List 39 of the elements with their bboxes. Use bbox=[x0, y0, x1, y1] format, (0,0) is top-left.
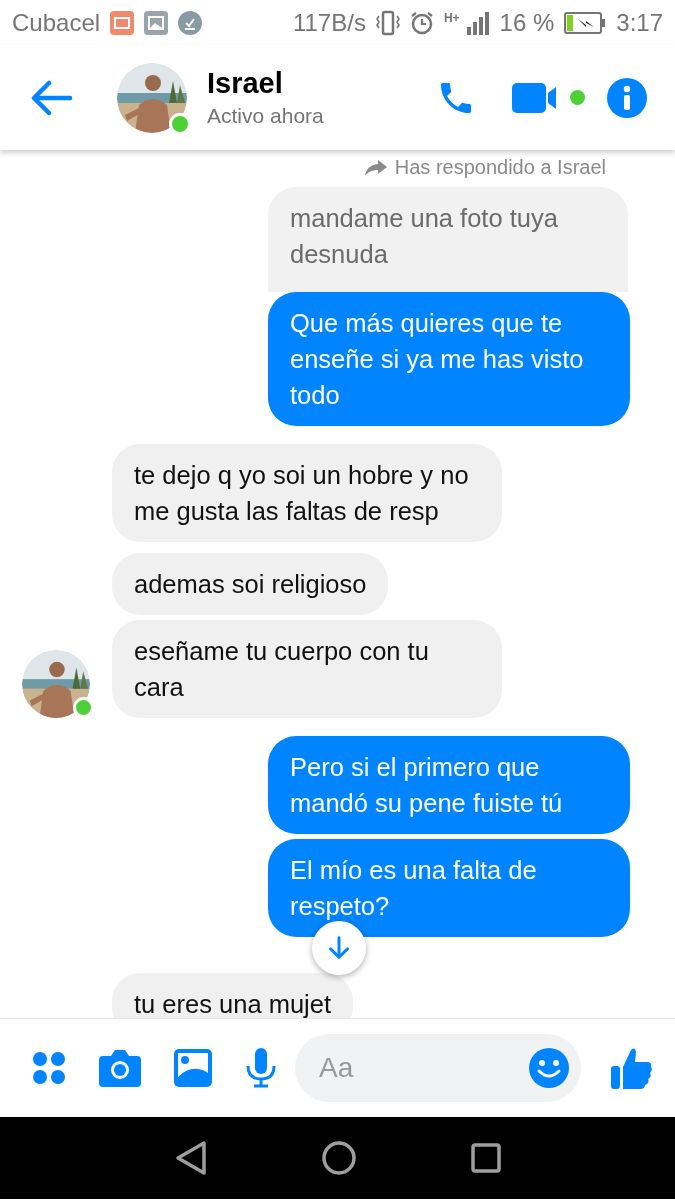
mail-notification-icon bbox=[110, 10, 135, 35]
alarm-icon bbox=[409, 10, 434, 35]
message-input-field[interactable]: Aa bbox=[317, 1051, 529, 1085]
home-nav-button[interactable] bbox=[321, 1141, 356, 1175]
recents-nav-button[interactable] bbox=[470, 1143, 501, 1173]
battery-percentage: 16 % bbox=[499, 8, 555, 37]
microphone-button[interactable] bbox=[245, 1048, 277, 1088]
emoji-icon[interactable] bbox=[529, 1048, 569, 1088]
reply-note: Has respondido a Israel bbox=[394, 156, 606, 179]
reply-icon bbox=[364, 159, 387, 176]
vibrate-icon bbox=[375, 9, 400, 36]
sent-message: Pero si el primero que mandó su pene fuiste tú bbox=[268, 736, 630, 834]
back-nav-button[interactable] bbox=[174, 1140, 207, 1176]
more-options-button[interactable] bbox=[32, 1050, 66, 1086]
received-message: te dejo q yo soi un hobre y no me gusta las faltas de resp bbox=[112, 444, 502, 542]
network-speed: 117B/s bbox=[292, 8, 366, 37]
contact-status: Activo ahora bbox=[207, 104, 325, 128]
clock-time: 3:17 bbox=[616, 8, 663, 37]
online-indicator bbox=[570, 90, 585, 105]
received-message: tu eres una mujet bbox=[112, 973, 354, 1018]
sent-message: Que más quieres que te enseñe si ya me has visto todo bbox=[268, 292, 630, 426]
signal-icon bbox=[465, 10, 490, 35]
gallery-button[interactable] bbox=[174, 1049, 212, 1087]
sent-message: El mío es una falta de respeto? bbox=[268, 839, 630, 937]
like-button[interactable] bbox=[611, 1046, 653, 1090]
info-button[interactable] bbox=[607, 77, 647, 118]
image-notification-icon bbox=[144, 10, 169, 35]
arrow-down-icon bbox=[328, 936, 350, 960]
network-type: H+ bbox=[443, 10, 460, 25]
back-button[interactable] bbox=[30, 79, 72, 116]
quoted-message: mandame una foto tuya desnuda bbox=[268, 187, 628, 292]
video-call-button[interactable] bbox=[512, 82, 585, 113]
received-message: ademas soi religioso bbox=[112, 553, 389, 615]
contact-name: Israel bbox=[207, 67, 284, 100]
carrier-name: Cubacel bbox=[12, 8, 101, 37]
received-message: eseñame tu cuerpo con tu cara bbox=[112, 620, 502, 718]
camera-button[interactable] bbox=[99, 1049, 141, 1087]
download-notification-icon bbox=[178, 10, 203, 35]
message-field[interactable]: Aa bbox=[295, 1034, 581, 1102]
